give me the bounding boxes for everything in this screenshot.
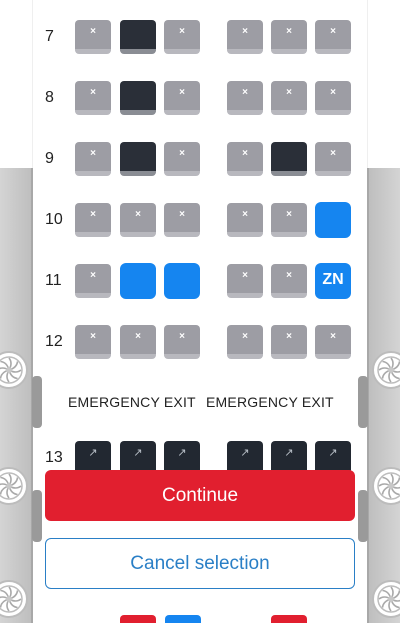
seat-taken: × (227, 20, 263, 54)
unavailable-x-icon: × (330, 26, 336, 37)
seat-taken: × (164, 203, 200, 237)
unavailable-x-icon: × (90, 148, 96, 159)
seat-taken: × (315, 325, 351, 359)
row-number: 11 (45, 272, 62, 289)
unavailable-x-icon: × (330, 331, 336, 342)
engine-fan-icon (372, 580, 400, 618)
exit-door-right (358, 376, 368, 428)
seat-taken: × (75, 142, 111, 176)
engine-fan-icon (0, 467, 28, 505)
seat-taken: × (271, 203, 307, 237)
seat-taken: × (75, 81, 111, 115)
seat-blue[interactable] (120, 263, 156, 299)
exit-arrow-icon: ↗ (133, 447, 143, 459)
seat-taken: × (164, 81, 200, 115)
engine-fan-icon (0, 351, 28, 389)
exit-arrow-icon: ↗ (177, 447, 187, 459)
unavailable-x-icon: × (286, 26, 292, 37)
row-number: 12 (45, 333, 63, 350)
continue-button[interactable]: Continue (45, 470, 355, 521)
exit-arrow-icon: ↗ (328, 447, 338, 459)
unavailable-x-icon: × (286, 209, 292, 220)
unavailable-x-icon: × (179, 209, 185, 220)
unavailable-x-icon: × (330, 87, 336, 98)
exit-door-left (32, 490, 42, 542)
seat-taken: × (271, 20, 307, 54)
seat-taken: × (164, 325, 200, 359)
unavailable-x-icon: × (90, 87, 96, 98)
engine-fan-icon (0, 580, 28, 618)
unavailable-x-icon: × (242, 209, 248, 220)
fuselage-left (0, 168, 33, 623)
seat-dark (271, 142, 307, 176)
seat-taken: × (315, 81, 351, 115)
seat-taken: × (271, 264, 307, 298)
seat-taken: × (227, 325, 263, 359)
row-number: 13 (45, 449, 63, 466)
fuselage-right (367, 168, 400, 623)
seat-taken: × (164, 142, 200, 176)
seat-taken: × (75, 325, 111, 359)
unavailable-x-icon: × (330, 148, 336, 159)
seat-dark (120, 20, 156, 54)
seat-taken: × (315, 142, 351, 176)
unavailable-x-icon: × (242, 331, 248, 342)
unavailable-x-icon: × (242, 26, 248, 37)
seat-taken: × (120, 325, 156, 359)
unavailable-x-icon: × (90, 270, 96, 281)
unavailable-x-icon: × (286, 87, 292, 98)
exit-arrow-icon: ↗ (284, 447, 294, 459)
cabin-wall-top-left (0, 0, 32, 168)
seat-dark (120, 142, 156, 176)
unavailable-x-icon: × (179, 87, 185, 98)
seat-blue[interactable] (164, 263, 200, 299)
engine-fan-icon (372, 351, 400, 389)
unavailable-x-icon: × (242, 87, 248, 98)
seat-selected[interactable]: ZN (315, 263, 351, 299)
seat-taken: × (75, 264, 111, 298)
seat-peek (271, 615, 307, 623)
seat-taken: × (227, 203, 263, 237)
unavailable-x-icon: × (135, 209, 141, 220)
row-number: 10 (45, 211, 63, 228)
seat-dark (120, 81, 156, 115)
exit-arrow-icon: ↗ (240, 447, 250, 459)
engine-fan-icon (372, 467, 400, 505)
unavailable-x-icon: × (90, 331, 96, 342)
exit-arrow-icon: ↗ (88, 447, 98, 459)
seat-taken: × (227, 81, 263, 115)
seat-taken: × (271, 325, 307, 359)
unavailable-x-icon: × (179, 331, 185, 342)
seat-peek (120, 615, 156, 623)
emergency-exit-label-left: EMERGENCY EXIT (68, 394, 196, 410)
row-number: 7 (45, 28, 54, 45)
unavailable-x-icon: × (90, 209, 96, 220)
seat-taken: × (227, 142, 263, 176)
emergency-exit-label-right: EMERGENCY EXIT (206, 394, 334, 410)
seat-taken: × (164, 20, 200, 54)
unavailable-x-icon: × (286, 331, 292, 342)
seat-taken: × (75, 203, 111, 237)
unavailable-x-icon: × (179, 148, 185, 159)
row-number: 9 (45, 150, 54, 167)
seat-taken: × (271, 81, 307, 115)
seat-blue[interactable] (315, 202, 351, 238)
unavailable-x-icon: × (135, 331, 141, 342)
cancel-selection-button[interactable]: Cancel selection (45, 538, 355, 589)
row-number: 8 (45, 89, 54, 106)
unavailable-x-icon: × (242, 270, 248, 281)
seat-taken: × (227, 264, 263, 298)
selected-seat-code: ZN (322, 271, 344, 288)
unavailable-x-icon: × (90, 26, 96, 37)
seat-taken: × (315, 20, 351, 54)
exit-door-left (32, 376, 42, 428)
seat-taken: × (120, 203, 156, 237)
seat-peek (165, 615, 201, 623)
unavailable-x-icon: × (242, 148, 248, 159)
unavailable-x-icon: × (179, 26, 185, 37)
cabin-wall-top-right (368, 0, 400, 168)
unavailable-x-icon: × (286, 270, 292, 281)
seat-taken: × (75, 20, 111, 54)
exit-door-right (358, 490, 368, 542)
